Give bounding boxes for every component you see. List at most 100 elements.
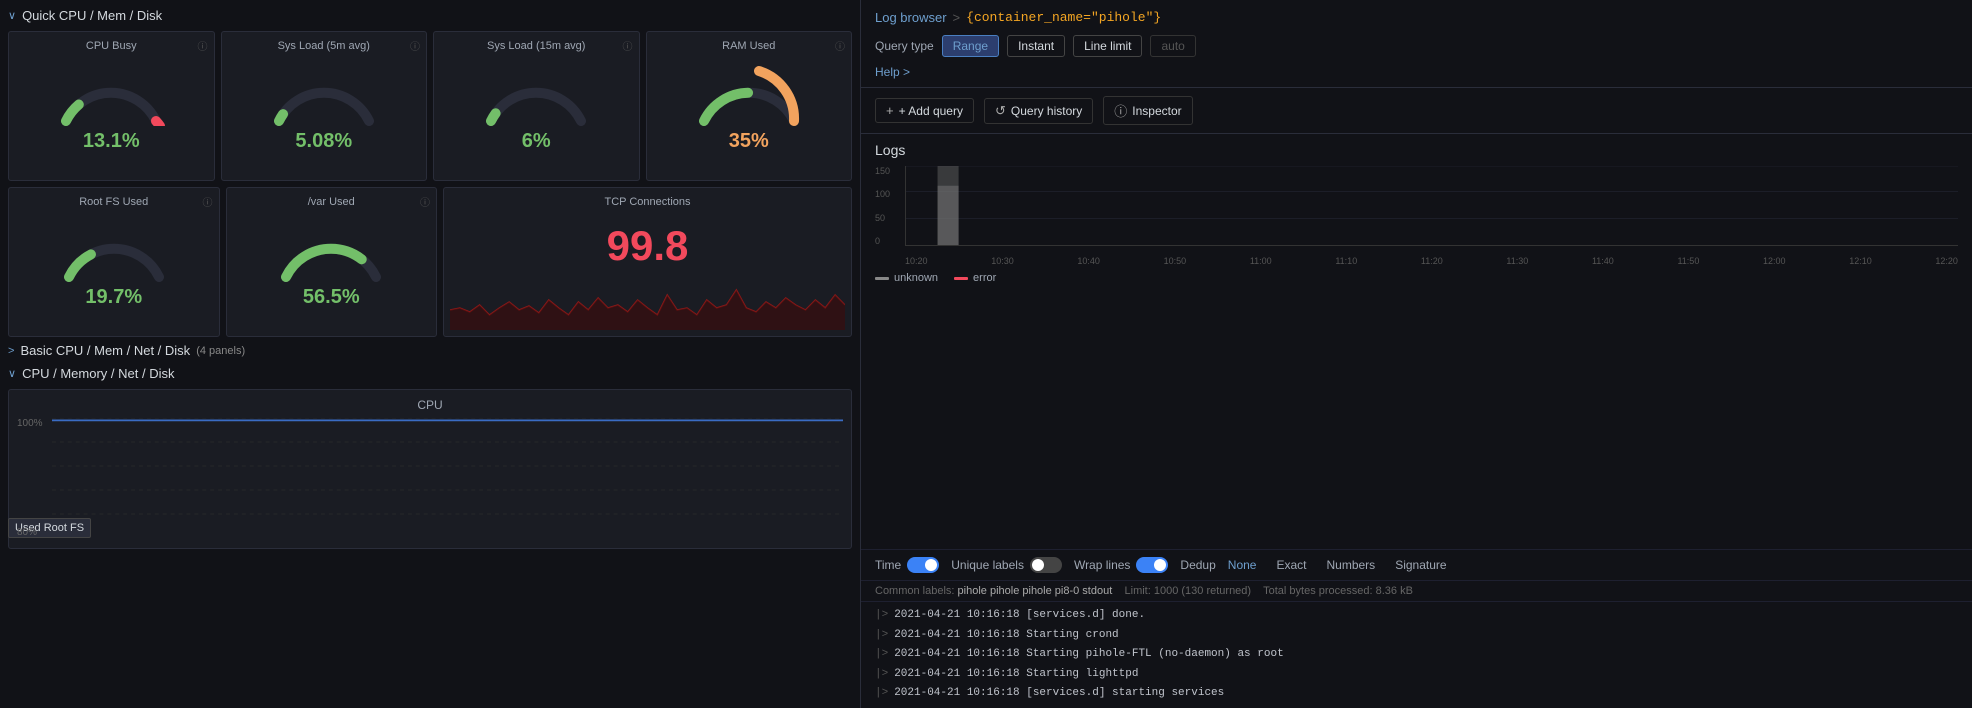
- query-badge[interactable]: {container_name="pihole"}: [966, 10, 1161, 25]
- plus-icon: +: [886, 103, 894, 118]
- logs-y-50: 50: [875, 213, 903, 223]
- log-entries: |> 2021-04-21 10:16:18 [services.d] done…: [861, 602, 1972, 708]
- section1-title: ∨ Quick CPU / Mem / Disk: [8, 8, 852, 23]
- section2-label: Basic CPU / Mem / Net / Disk: [20, 343, 190, 358]
- cpu-chart-svg: [52, 418, 843, 538]
- legend-dot-unknown: [875, 277, 889, 280]
- wrap-lines-control: Wrap lines: [1074, 557, 1168, 573]
- log-arrow-0: |>: [875, 607, 888, 625]
- gauge-svg-cpu: [56, 56, 166, 126]
- logs-x-1130: 11:30: [1506, 256, 1528, 266]
- legend-unknown: unknown: [875, 272, 938, 284]
- cpu-y-label-100: 100%: [17, 418, 47, 429]
- dedup-signature[interactable]: Signature: [1387, 556, 1454, 574]
- log-entry-1: |> 2021-04-21 10:16:18 Starting crond: [875, 626, 1958, 646]
- logs-x-1220: 12:20: [1935, 256, 1958, 266]
- log-entry-text-1: 2021-04-21 10:16:18 Starting crond: [894, 627, 1118, 645]
- gauge-sysload15-value: 6%: [522, 130, 551, 153]
- logs-x-1020: 10:20: [905, 256, 928, 266]
- legend-dot-error: [954, 277, 968, 280]
- breadcrumb-sep: >: [953, 10, 961, 25]
- dedup-row: Dedup None Exact Numbers Signature: [1180, 556, 1454, 574]
- section3-chevron[interactable]: ∨: [8, 367, 16, 380]
- log-arrow-4: |>: [875, 685, 888, 703]
- section1-chevron[interactable]: ∨: [8, 9, 16, 22]
- legend-label-error: error: [973, 272, 996, 284]
- cpu-chart-area: 100% 80%: [17, 418, 843, 538]
- dedup-exact[interactable]: Exact: [1268, 556, 1314, 574]
- gauge-cpu-busy: CPU Busy ⓘ 13.1%: [8, 31, 215, 181]
- tcp-sparkline: [450, 280, 845, 330]
- logs-chart-inner: [905, 166, 1958, 246]
- cpu-y-labels: 100% 80%: [17, 418, 47, 538]
- gauge-sysload15-title: Sys Load (15m avg): [487, 40, 585, 52]
- logs-legend: unknown error: [875, 272, 1958, 284]
- log-entry-4: |> 2021-04-21 10:16:18 [services.d] star…: [875, 684, 1958, 704]
- cpu-chart-inner: [52, 418, 843, 538]
- info-icon-rootfs[interactable]: ⓘ: [203, 194, 213, 209]
- common-labels-prefix: Common labels:: [875, 585, 954, 597]
- wrap-lines-label: Wrap lines: [1074, 558, 1130, 572]
- gauge-sysload5-value: 5.08%: [295, 130, 352, 153]
- time-control: Time: [875, 557, 939, 573]
- dedup-label: Dedup: [1180, 558, 1215, 572]
- controls-row: Time Unique labels Wrap lines Dedup None…: [861, 549, 1972, 581]
- section1-label: Quick CPU / Mem / Disk: [22, 8, 162, 23]
- tcp-card: TCP Connections 99.8: [443, 187, 852, 337]
- gauge-sysload15: Sys Load (15m avg) ⓘ 6%: [433, 31, 640, 181]
- query-btn-instant[interactable]: Instant: [1007, 35, 1065, 57]
- section2-chevron[interactable]: >: [8, 345, 14, 357]
- query-btn-range[interactable]: Range: [942, 35, 999, 57]
- info-icon-ram[interactable]: ⓘ: [835, 38, 845, 53]
- logs-x-1050: 10:50: [1164, 256, 1187, 266]
- logs-y-150: 150: [875, 166, 903, 176]
- log-arrow-3: |>: [875, 666, 888, 684]
- gauge-row-1: CPU Busy ⓘ 13.1% Sys Load (5m avg) ⓘ 5.0…: [8, 31, 852, 181]
- log-entry-text-4: 2021-04-21 10:16:18 [services.d] startin…: [894, 685, 1224, 703]
- breadcrumb-row: Log browser > {container_name="pihole"}: [875, 10, 1958, 25]
- time-toggle[interactable]: [907, 557, 939, 573]
- help-link[interactable]: Help >: [875, 65, 910, 79]
- gauge-sysload5-title: Sys Load (5m avg): [278, 40, 370, 52]
- help-row: Help >: [875, 65, 1958, 79]
- info-icon-sysload15[interactable]: ⓘ: [623, 38, 633, 53]
- inspector-icon: ⓘ: [1114, 101, 1127, 120]
- info-icon-sysload5[interactable]: ⓘ: [410, 38, 420, 53]
- log-entry-text-3: 2021-04-21 10:16:18 Starting lighttpd: [894, 666, 1138, 684]
- add-query-button[interactable]: + + Add query: [875, 98, 974, 123]
- unique-labels-control: Unique labels: [951, 557, 1062, 573]
- query-btn-linelimit[interactable]: Line limit: [1073, 35, 1142, 57]
- unique-labels-toggle[interactable]: [1030, 557, 1062, 573]
- info-icon-cpu[interactable]: ⓘ: [198, 38, 208, 53]
- logs-chart: 150 100 50 0 10:20 10:30 10:4: [875, 166, 1958, 266]
- log-entry-0: |> 2021-04-21 10:16:18 [services.d] done…: [875, 606, 1958, 626]
- info-icon-var[interactable]: ⓘ: [420, 194, 430, 209]
- tcp-card-title: TCP Connections: [450, 196, 845, 208]
- breadcrumb-link[interactable]: Log browser: [875, 10, 947, 25]
- query-history-button[interactable]: ↺ Query history: [984, 98, 1093, 124]
- gauge-var: /var Used ⓘ 56.5%: [226, 187, 438, 337]
- wrap-lines-toggle[interactable]: [1136, 557, 1168, 573]
- inspector-button[interactable]: ⓘ Inspector: [1103, 96, 1192, 125]
- logs-x-1150: 11:50: [1677, 256, 1699, 266]
- section3-label: CPU / Memory / Net / Disk: [22, 366, 174, 381]
- gauge-var-title: /var Used: [308, 196, 355, 208]
- gauge-svg-ram: [694, 56, 804, 126]
- gauge-rootfs: Root FS Used ⓘ 19.7%: [8, 187, 220, 337]
- logs-x-1110: 11:10: [1335, 256, 1357, 266]
- gauge-ram: RAM Used ⓘ 35%: [646, 31, 853, 181]
- right-panel: Log browser > {container_name="pihole"} …: [860, 0, 1972, 708]
- logs-y-labels: 150 100 50 0: [875, 166, 903, 246]
- legend-label-unknown: unknown: [894, 272, 938, 284]
- gauge-rootfs-value: 19.7%: [85, 286, 142, 309]
- query-history-label: Query history: [1011, 104, 1082, 118]
- gauge-var-value: 56.5%: [303, 286, 360, 309]
- right-header: Log browser > {container_name="pihole"} …: [861, 0, 1972, 88]
- dedup-numbers[interactable]: Numbers: [1319, 556, 1384, 574]
- section2-panels: (4 panels): [196, 345, 245, 357]
- dedup-none[interactable]: None: [1220, 556, 1265, 574]
- inspector-label: Inspector: [1132, 104, 1181, 118]
- query-btn-auto[interactable]: auto: [1150, 35, 1195, 57]
- logs-y-0: 0: [875, 236, 903, 246]
- logs-x-labels: 10:20 10:30 10:40 10:50 11:00 11:10 11:2…: [905, 256, 1958, 266]
